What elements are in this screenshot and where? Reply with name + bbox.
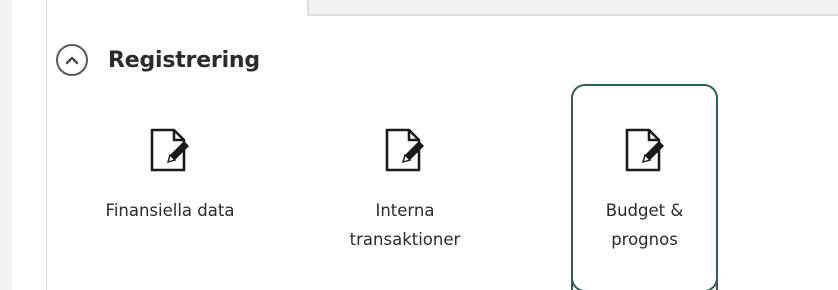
tile-label-line1: Budget &: [605, 201, 684, 220]
tile-label: Finansiella data: [105, 201, 235, 220]
document-edit-icon: [150, 128, 189, 172]
rail-divider: [46, 0, 47, 290]
page: Registrering Finansiella data Interna tr…: [0, 0, 838, 290]
left-rail: [0, 0, 12, 290]
tile-label-line2: transaktioner: [349, 230, 461, 249]
chevron-up-icon: [65, 56, 79, 65]
document-edit-icon: [625, 128, 664, 172]
selected-tile-bottom-border: [571, 272, 718, 290]
tile-finansiella-data[interactable]: Finansiella data: [95, 108, 245, 268]
tile-label-line1: Interna: [375, 201, 435, 220]
section-title: Registrering: [108, 47, 260, 73]
tile-label-line2: prognos: [611, 230, 678, 249]
collapse-section-button[interactable]: [56, 44, 88, 76]
tile-interna-transaktioner[interactable]: Interna transaktioner: [330, 108, 480, 268]
document-edit-icon: [385, 128, 424, 172]
tile-budget-prognos[interactable]: Budget & prognos: [571, 84, 718, 290]
top-panel: [307, 0, 838, 16]
section-header: Registrering: [56, 40, 260, 80]
